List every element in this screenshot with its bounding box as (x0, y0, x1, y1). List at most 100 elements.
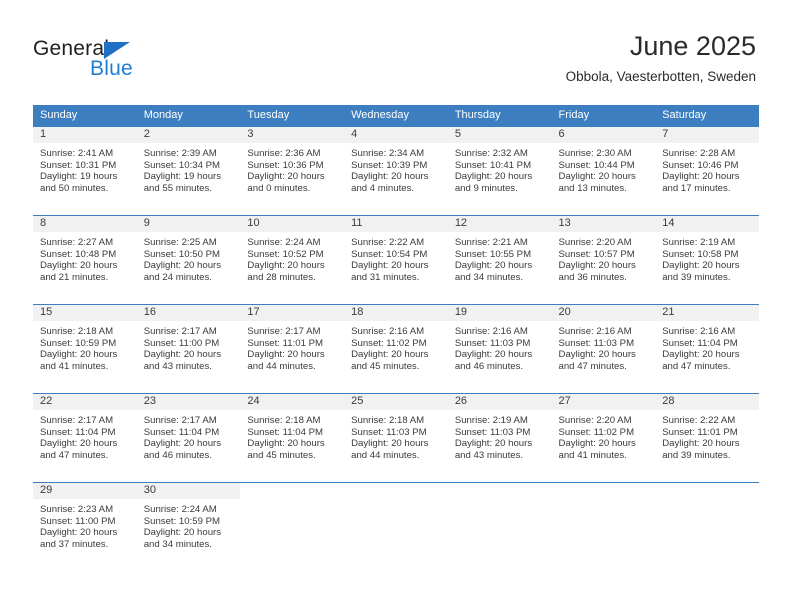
daylight-duration-line2: and 55 minutes. (143, 182, 212, 194)
weekday-header-friday: Friday (551, 105, 656, 126)
calendar-day-cell[interactable]: 13 Sunrise: 2:20 AM Sunset: 10:57 PM Daylig… (551, 215, 656, 304)
daylight-duration-line1: Daylight: 20 hours (40, 349, 118, 361)
sunrise-time: Sunrise: 2:16 AM (662, 326, 736, 337)
calendar-table: Sunday Monday Tuesday Wednesday Thursday… (33, 105, 759, 571)
daylight-duration-line1: Daylight: 20 hours (143, 349, 222, 361)
calendar-day-cell[interactable]: 10 Sunrise: 2:24 AM Sunset: 10:52 PM Daylig… (240, 215, 345, 304)
day-details: Sunrise: 2:21 AM Sunset: 10:55 PM Daylight… (448, 232, 552, 283)
weekday-header-thursday: Thursday (447, 105, 552, 126)
day-details: Sunrise: 2:30 AM Sunset: 10:44 PM Daylight… (552, 143, 656, 194)
sunset-time: Sunset: 10:46 PM (662, 159, 739, 171)
calendar-day-cell[interactable]: 12 Sunrise: 2:21 AM Sunset: 10:55 PM Daylig… (447, 215, 552, 304)
sunrise-time: Sunrise: 2:27 AM (40, 237, 114, 248)
calendar-week-row: 8 Sunrise: 2:27 AM Sunset: 10:48 PM Dayligh… (33, 215, 759, 304)
calendar-day-cell[interactable]: 6 Sunrise: 2:30 AM Sunset: 10:44 PM Dayligh… (551, 126, 656, 215)
sunset-time: Sunset: 10:34 PM (143, 159, 220, 171)
sunset-time: Sunset: 11:01 PM (662, 426, 738, 438)
day-number (447, 482, 552, 499)
calendar-day-cell[interactable]: 19 Sunrise: 2:16 AM Sunset: 11:03 PM Daylig… (447, 304, 552, 393)
calendar-day-cell[interactable]: 25 Sunrise: 2:18 AM Sunset: 11:03 PM Daylig… (344, 393, 448, 482)
day-number: 12 (447, 215, 552, 232)
daylight-duration-line2: and 17 minutes. (662, 182, 731, 194)
daylight-duration-line2: and 4 minutes. (351, 182, 415, 194)
title-block: June 2025 Obbola, Vaesterbotten, Sweden (566, 30, 756, 86)
sunrise-time: Sunrise: 2:22 AM (351, 237, 425, 248)
day-number: 10 (240, 215, 345, 232)
daylight-duration-line1: Daylight: 20 hours (662, 349, 740, 361)
calendar-day-cell[interactable]: 5 Sunrise: 2:32 AM Sunset: 10:41 PM Dayligh… (447, 126, 552, 215)
calendar-day-cell[interactable]: 17 Sunrise: 2:17 AM Sunset: 11:01 PM Daylig… (240, 304, 345, 393)
calendar-day-cell[interactable]: 30 Sunrise: 2:24 AM Sunset: 10:59 PM Daylig… (136, 482, 241, 571)
day-number: 1 (33, 126, 137, 143)
sunset-time: Sunset: 10:50 PM (143, 248, 220, 260)
calendar-day-cell[interactable]: 18 Sunrise: 2:16 AM Sunset: 11:02 PM Daylig… (344, 304, 448, 393)
sunrise-time: Sunrise: 2:21 AM (454, 237, 528, 248)
daylight-duration-line2: and 41 minutes. (40, 360, 109, 372)
sunset-time: Sunset: 10:41 PM (454, 159, 532, 171)
calendar-day-cell[interactable]: 16 Sunrise: 2:17 AM Sunset: 11:00 PM Daylig… (136, 304, 241, 393)
calendar-day-cell[interactable]: 15 Sunrise: 2:18 AM Sunset: 10:59 PM Daylig… (33, 304, 137, 393)
sunset-time: Sunset: 11:03 PM (454, 426, 531, 438)
daylight-duration-line1: Daylight: 20 hours (40, 527, 118, 539)
calendar-day-cell[interactable]: 22 Sunrise: 2:17 AM Sunset: 11:04 PM Daylig… (33, 393, 137, 482)
calendar-day-cell[interactable]: 21 Sunrise: 2:16 AM Sunset: 11:04 PM Daylig… (655, 304, 759, 393)
sunset-time: Sunset: 11:04 PM (662, 337, 738, 349)
calendar-day-cell[interactable]: 9 Sunrise: 2:25 AM Sunset: 10:50 PM Dayligh… (136, 215, 241, 304)
daylight-duration-line1: Daylight: 20 hours (247, 171, 325, 183)
calendar-day-cell-empty (551, 482, 656, 571)
sunset-time: Sunset: 11:01 PM (247, 337, 323, 349)
sunrise-time: Sunrise: 2:19 AM (662, 237, 736, 248)
daylight-duration-line2: and 39 minutes. (662, 271, 731, 283)
day-number: 25 (344, 393, 448, 410)
calendar-day-cell[interactable]: 7 Sunrise: 2:28 AM Sunset: 10:46 PM Dayligh… (655, 126, 759, 215)
calendar-day-cell[interactable]: 26 Sunrise: 2:19 AM Sunset: 11:03 PM Daylig… (447, 393, 552, 482)
daylight-duration-line1: Daylight: 20 hours (351, 349, 429, 361)
daylight-duration-line1: Daylight: 20 hours (143, 527, 222, 539)
calendar-day-cell[interactable]: 11 Sunrise: 2:22 AM Sunset: 10:54 PM Daylig… (344, 215, 448, 304)
calendar-day-cell[interactable]: 28 Sunrise: 2:22 AM Sunset: 11:01 PM Daylig… (655, 393, 759, 482)
sunset-time: Sunset: 11:00 PM (40, 515, 116, 527)
daylight-duration-line1: Daylight: 20 hours (247, 260, 325, 272)
daylight-duration-line2: and 47 minutes. (40, 449, 109, 461)
day-details: Sunrise: 2:16 AM Sunset: 11:03 PM Daylight… (448, 321, 552, 372)
calendar-day-cell[interactable]: 20 Sunrise: 2:16 AM Sunset: 11:03 PM Daylig… (551, 304, 656, 393)
day-number: 26 (447, 393, 552, 410)
calendar-day-cell[interactable]: 3 Sunrise: 2:36 AM Sunset: 10:36 PM Dayligh… (240, 126, 345, 215)
daylight-duration-line2: and 0 minutes. (247, 182, 311, 194)
day-details: Sunrise: 2:17 AM Sunset: 11:00 PM Daylight… (137, 321, 241, 372)
sunset-time: Sunset: 10:39 PM (351, 159, 428, 171)
calendar-day-cell[interactable]: 4 Sunrise: 2:34 AM Sunset: 10:39 PM Dayligh… (344, 126, 448, 215)
sunrise-time: Sunrise: 2:25 AM (143, 237, 217, 248)
day-number: 16 (136, 304, 241, 321)
daylight-duration-line1: Daylight: 20 hours (143, 260, 222, 272)
day-number (551, 482, 656, 499)
daylight-duration-line2: and 45 minutes. (247, 449, 316, 461)
calendar-day-cell[interactable]: 1 Sunrise: 2:41 AM Sunset: 10:31 PM Dayligh… (33, 126, 137, 215)
day-number: 29 (33, 482, 137, 499)
daylight-duration-line2: and 41 minutes. (558, 449, 627, 461)
daylight-duration-line2: and 24 minutes. (143, 271, 212, 283)
sunrise-time: Sunrise: 2:24 AM (143, 504, 217, 515)
day-number: 20 (551, 304, 656, 321)
calendar-day-cell[interactable]: 23 Sunrise: 2:17 AM Sunset: 11:04 PM Daylig… (136, 393, 241, 482)
calendar-day-cell[interactable]: 29 Sunrise: 2:23 AM Sunset: 11:00 PM Daylig… (33, 482, 137, 571)
sunrise-time: Sunrise: 2:17 AM (247, 326, 321, 337)
day-details: Sunrise: 2:20 AM Sunset: 10:57 PM Daylight… (552, 232, 656, 283)
daylight-duration-line2: and 9 minutes. (454, 182, 518, 194)
generalblue-logo[interactable]: General Blue (33, 37, 163, 83)
page-title: June 2025 (629, 31, 756, 61)
calendar-day-cell[interactable]: 2 Sunrise: 2:39 AM Sunset: 10:34 PM Dayligh… (136, 126, 241, 215)
daylight-duration-line1: Daylight: 20 hours (40, 438, 118, 450)
day-number: 19 (447, 304, 552, 321)
weekday-header-sunday: Sunday (33, 105, 137, 126)
daylight-duration-line1: Daylight: 20 hours (351, 260, 429, 272)
calendar-page: General Blue June 2025 Obbola, Vaesterbo… (0, 0, 792, 612)
sunset-time: Sunset: 11:03 PM (454, 337, 531, 349)
calendar-day-cell[interactable]: 27 Sunrise: 2:20 AM Sunset: 11:02 PM Daylig… (551, 393, 656, 482)
calendar-day-cell[interactable]: 14 Sunrise: 2:19 AM Sunset: 10:58 PM Daylig… (655, 215, 759, 304)
calendar-day-cell[interactable]: 24 Sunrise: 2:18 AM Sunset: 11:04 PM Daylig… (240, 393, 345, 482)
calendar-day-cell[interactable]: 8 Sunrise: 2:27 AM Sunset: 10:48 PM Dayligh… (33, 215, 137, 304)
sunrise-time: Sunrise: 2:39 AM (143, 148, 217, 159)
sunset-time: Sunset: 10:36 PM (247, 159, 324, 171)
day-details: Sunrise: 2:36 AM Sunset: 10:36 PM Daylight… (240, 143, 344, 194)
